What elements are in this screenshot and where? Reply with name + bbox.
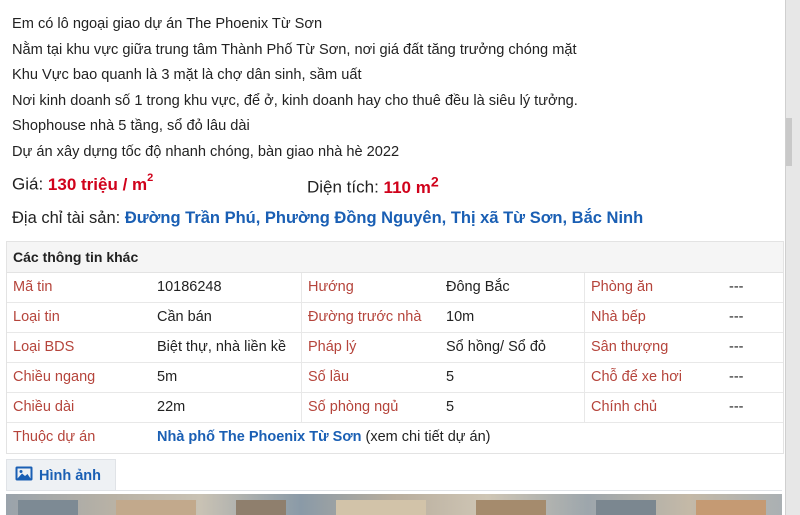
field-value: 5 [446,393,585,422]
description-line: Shophouse nhà 5 tầng, sổ đỏ lâu dài [12,118,250,135]
field-key: Chiều ngang [13,369,96,385]
description-line: Khu Vực bao quanh là 3 mặt là chợ dân si… [12,67,362,84]
tab-divider [6,490,782,491]
price-value: 130 triệu / m2 [47,172,154,194]
field-value: 22m [157,393,302,422]
table-row: Chiều ngang 5m Số lầu 5 Chỗ để xe hơi --… [7,363,783,393]
price: Giá: 130 triệu / m2 [12,172,154,195]
field-key: Số phòng ngủ [308,399,399,415]
field-key: Sân thượng [591,339,669,355]
description: Em có lô ngoại giao dự án The Phoenix Từ… [12,12,775,166]
description-line: Nơi kinh doanh số 1 trong khu vực, để ở,… [12,92,578,109]
field-value: Sổ hồng/ Sổ đỏ [446,333,585,362]
field-key: Pháp lý [308,339,357,355]
table-row: Loại BDS Biệt thự, nhà liền kề Pháp lý S… [7,333,783,363]
price-label: Giá: [12,174,44,194]
project-link[interactable]: Nhà phố The Phoenix Từ Sơn [157,429,361,445]
field-value: 5 [446,363,585,392]
table-row: Loại tin Cần bán Đường trước nhà 10m Nhà… [7,303,783,333]
field-value: --- [729,369,744,385]
info-table: Các thông tin khác Mã tin 10186248 Hướng… [6,241,784,454]
description-line: Em có lô ngoại giao dự án The Phoenix Từ… [12,16,323,32]
listing-card: Em có lô ngoại giao dự án The Phoenix Từ… [0,0,786,515]
field-key: Nhà bếp [591,309,646,325]
field-value: 10186248 [157,273,302,302]
field-key: Chiều dài [13,399,75,415]
table-row: Mã tin 10186248 Hướng Đông Bắc Phòng ăn … [7,273,783,303]
field-key: Loại tin [13,309,60,325]
field-value: --- [729,339,744,355]
area: Diện tích: 110 m2 [307,174,439,198]
field-key: Mã tin [13,279,53,295]
description-line: Nằm tại khu vực giữa trung tâm Thành Phố… [12,41,577,58]
address: Địa chỉ tài sản: Đường Trần Phú, Phường … [12,209,643,228]
description-line: Dự án xây dựng tốc độ nhanh chóng, bàn g… [12,143,400,160]
field-value: --- [729,399,744,415]
address-label: Địa chỉ tài sản: [12,209,121,227]
table-row-project: Thuộc dự án Nhà phố The Phoenix Từ Sơn (… [7,423,783,453]
table-row: Chiều dài 22m Số phòng ngủ 5 Chính chủ -… [7,393,783,423]
field-value: --- [729,309,744,325]
address-value[interactable]: Đường Trần Phú, Phường Đồng Nguyên, Thị … [125,209,643,227]
field-key: Phòng ăn [591,279,654,295]
info-table-title: Các thông tin khác [7,242,783,273]
project-key: Thuộc dự án [13,429,96,445]
field-key: Chỗ để xe hơi [591,369,682,385]
tab-images[interactable]: Hình ảnh [6,459,116,491]
scroll-thumb[interactable] [786,118,792,166]
field-key: Loại BDS [13,339,75,355]
field-value: 10m [446,303,585,332]
field-key: Số lầu [308,369,350,385]
field-value: 5m [157,363,302,392]
side-scroll-area [786,0,800,515]
field-key: Đường trước nhà [308,309,422,325]
tab-images-label: Hình ảnh [39,467,102,484]
listing-photo[interactable] [6,494,782,515]
area-label: Diện tích: [307,177,379,197]
field-key: Hướng [308,279,354,295]
field-key: Chính chủ [591,399,658,415]
project-value: Nhà phố The Phoenix Từ Sơn (xem chi tiết… [157,423,783,453]
field-value: Đông Bắc [446,273,585,302]
area-value: 110 m2 [383,174,439,197]
field-value: --- [729,279,744,295]
project-detail-link[interactable]: (xem chi tiết dự án) [366,429,491,445]
field-value: Cần bán [157,303,302,332]
image-icon [15,466,33,486]
field-value: Biệt thự, nhà liền kề [157,333,302,362]
